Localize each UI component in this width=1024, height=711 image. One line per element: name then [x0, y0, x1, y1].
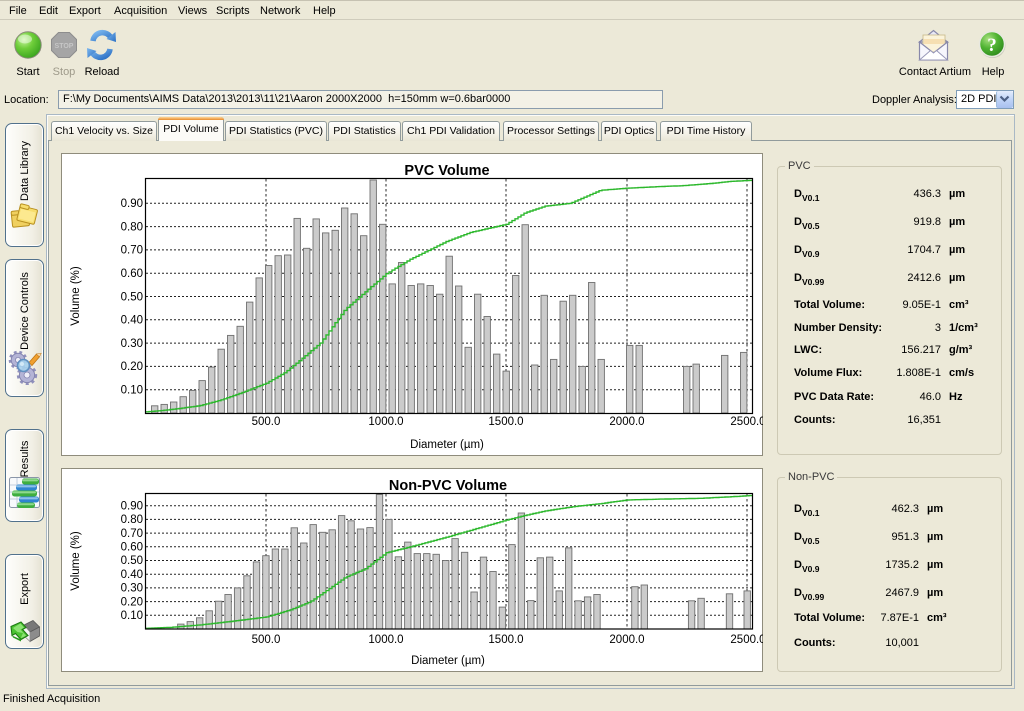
svg-text:0.40: 0.40	[121, 569, 143, 581]
svg-text:0.80: 0.80	[121, 514, 143, 526]
svg-text:0.50: 0.50	[121, 555, 143, 567]
svg-text:0.70: 0.70	[121, 245, 143, 257]
svg-text:?: ?	[987, 35, 997, 56]
svg-text:0.40: 0.40	[121, 315, 143, 327]
svg-text:0.90: 0.90	[121, 198, 143, 210]
svg-text:0.90: 0.90	[121, 500, 143, 512]
svg-text:2500.0: 2500.0	[730, 634, 763, 646]
svg-text:500.0: 500.0	[252, 634, 281, 646]
svg-text:0.30: 0.30	[121, 338, 143, 350]
svg-text:1500.0: 1500.0	[488, 416, 523, 428]
svg-text:2500.0: 2500.0	[730, 416, 763, 428]
svg-text:0.10: 0.10	[121, 610, 143, 622]
svg-text:0.30: 0.30	[121, 583, 143, 595]
svg-text:0.20: 0.20	[121, 596, 143, 608]
svg-text:PVC Volume: PVC Volume	[404, 163, 489, 179]
svg-text:STOP: STOP	[55, 43, 74, 50]
svg-text:Diameter (µm): Diameter (µm)	[411, 655, 485, 667]
svg-text:2000.0: 2000.0	[609, 416, 644, 428]
svg-text:Non-PVC Volume: Non-PVC Volume	[389, 478, 507, 494]
svg-text:Volume (%): Volume (%)	[70, 266, 82, 326]
svg-text:1500.0: 1500.0	[488, 634, 523, 646]
svg-text:2000.0: 2000.0	[609, 634, 644, 646]
svg-text:0.10: 0.10	[121, 385, 143, 397]
svg-text:500.0: 500.0	[252, 416, 281, 428]
svg-text:0.80: 0.80	[121, 221, 143, 233]
svg-text:0.50: 0.50	[121, 291, 143, 303]
svg-text:0.60: 0.60	[121, 268, 143, 280]
svg-text:Volume (%): Volume (%)	[70, 531, 82, 591]
svg-text:1000.0: 1000.0	[368, 416, 403, 428]
svg-text:0.60: 0.60	[121, 542, 143, 554]
svg-text:Diameter (µm): Diameter (µm)	[410, 439, 484, 451]
svg-text:0.20: 0.20	[121, 361, 143, 373]
svg-text:1000.0: 1000.0	[368, 634, 403, 646]
svg-text:0.70: 0.70	[121, 528, 143, 540]
